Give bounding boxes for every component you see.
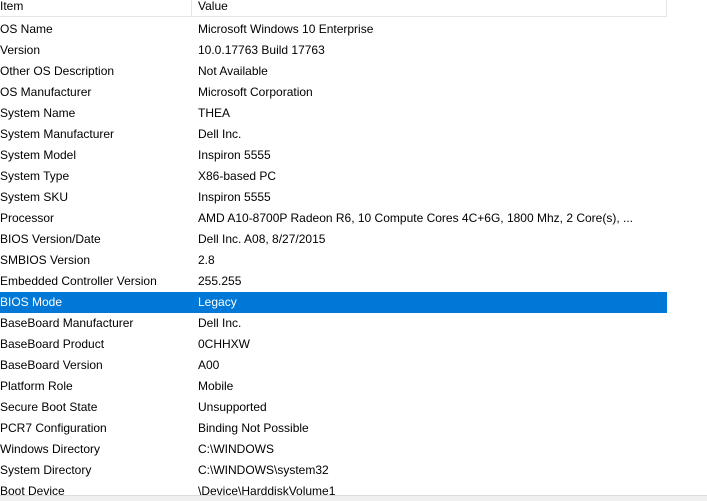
table-row[interactable]: Embedded Controller Version 255.255 xyxy=(0,271,667,292)
table-row[interactable]: System Type X86-based PC xyxy=(0,166,667,187)
row-value: Dell Inc. xyxy=(198,127,242,141)
list-header: Item Value xyxy=(0,0,667,17)
row-item: BaseBoard Manufacturer xyxy=(0,316,134,330)
system-summary-list[interactable]: Item Value OS Name Microsoft Windows 10 … xyxy=(0,0,667,501)
row-item: System Manufacturer xyxy=(0,127,115,141)
row-item: BIOS Version/Date xyxy=(0,232,101,246)
row-value: AMD A10-8700P Radeon R6, 10 Compute Core… xyxy=(198,211,633,225)
row-value: Microsoft Corporation xyxy=(198,85,313,99)
row-item: OS Name xyxy=(0,22,53,36)
system-summary-view: Item Value OS Name Microsoft Windows 10 … xyxy=(0,0,707,501)
row-value: Inspiron 5555 xyxy=(198,148,271,162)
horizontal-scrollbar[interactable] xyxy=(0,495,707,501)
table-row[interactable]: Secure Boot State Unsupported xyxy=(0,397,667,418)
row-value: Not Available xyxy=(198,64,268,78)
table-row[interactable]: Other OS Description Not Available xyxy=(0,61,667,82)
table-row[interactable]: OS Manufacturer Microsoft Corporation xyxy=(0,82,667,103)
row-value: 0CHHXW xyxy=(198,337,251,351)
table-row[interactable]: System SKU Inspiron 5555 xyxy=(0,187,667,208)
row-item: System Directory xyxy=(0,463,92,477)
row-item: System Name xyxy=(0,106,76,120)
row-value: C:\WINDOWS xyxy=(198,442,274,456)
table-row[interactable]: BIOS Version/Date Dell Inc. A08, 8/27/20… xyxy=(0,229,667,250)
row-value: X86-based PC xyxy=(198,169,277,183)
row-item: OS Manufacturer xyxy=(0,85,92,99)
row-item: System SKU xyxy=(0,190,69,204)
table-row[interactable]: System Model Inspiron 5555 xyxy=(0,145,667,166)
table-row[interactable]: OS Name Microsoft Windows 10 Enterprise xyxy=(0,19,667,40)
row-item: Secure Boot State xyxy=(0,400,98,414)
column-header-value[interactable]: Value xyxy=(198,0,663,16)
column-header-item[interactable]: Item xyxy=(0,0,187,16)
row-item: Version xyxy=(0,43,41,57)
row-value: Unsupported xyxy=(198,400,267,414)
row-item: System Type xyxy=(0,169,70,183)
row-value: A00 xyxy=(198,358,220,372)
table-row[interactable]: BaseBoard Product 0CHHXW xyxy=(0,334,667,355)
row-item: Windows Directory xyxy=(0,442,101,456)
row-item: Processor xyxy=(0,211,55,225)
row-value: C:\WINDOWS\system32 xyxy=(198,463,329,477)
table-row[interactable]: BaseBoard Version A00 xyxy=(0,355,667,376)
table-row[interactable]: System Name THEA xyxy=(0,103,667,124)
row-value: Dell Inc. xyxy=(198,316,242,330)
row-item: Platform Role xyxy=(0,379,73,393)
table-row[interactable]: BaseBoard Manufacturer Dell Inc. xyxy=(0,313,667,334)
row-value: 255.255 xyxy=(198,274,242,288)
row-item: BaseBoard Version xyxy=(0,358,103,372)
table-row[interactable]: Platform Role Mobile xyxy=(0,376,667,397)
row-value: Inspiron 5555 xyxy=(198,190,271,204)
row-value: 10.0.17763 Build 17763 xyxy=(198,43,325,57)
row-value: Dell Inc. A08, 8/27/2015 xyxy=(198,232,326,246)
row-item: BaseBoard Product xyxy=(0,337,105,351)
row-value: Microsoft Windows 10 Enterprise xyxy=(198,22,374,36)
table-row-selected[interactable]: BIOS Mode Legacy xyxy=(0,292,667,313)
table-row[interactable]: SMBIOS Version 2.8 xyxy=(0,250,667,271)
list-rows: OS Name Microsoft Windows 10 Enterprise … xyxy=(0,17,667,501)
table-row[interactable]: Processor AMD A10-8700P Radeon R6, 10 Co… xyxy=(0,208,667,229)
row-item: SMBIOS Version xyxy=(0,253,91,267)
row-value: THEA xyxy=(198,106,231,120)
table-row[interactable]: System Manufacturer Dell Inc. xyxy=(0,124,667,145)
row-item: System Model xyxy=(0,148,77,162)
table-row[interactable]: System Directory C:\WINDOWS\system32 xyxy=(0,460,667,481)
row-value: 2.8 xyxy=(198,253,215,267)
row-value: Legacy xyxy=(198,295,237,309)
column-divider[interactable] xyxy=(666,0,667,16)
row-value: Binding Not Possible xyxy=(198,421,309,435)
row-item: PCR7 Configuration xyxy=(0,421,107,435)
table-row[interactable]: PCR7 Configuration Binding Not Possible xyxy=(0,418,667,439)
table-row[interactable]: Windows Directory C:\WINDOWS xyxy=(0,439,667,460)
row-item: Embedded Controller Version xyxy=(0,274,157,288)
row-item: Other OS Description xyxy=(0,64,115,78)
row-value: Mobile xyxy=(198,379,234,393)
table-row[interactable]: Version 10.0.17763 Build 17763 xyxy=(0,40,667,61)
row-item: BIOS Mode xyxy=(0,295,63,309)
column-divider[interactable] xyxy=(191,0,192,16)
